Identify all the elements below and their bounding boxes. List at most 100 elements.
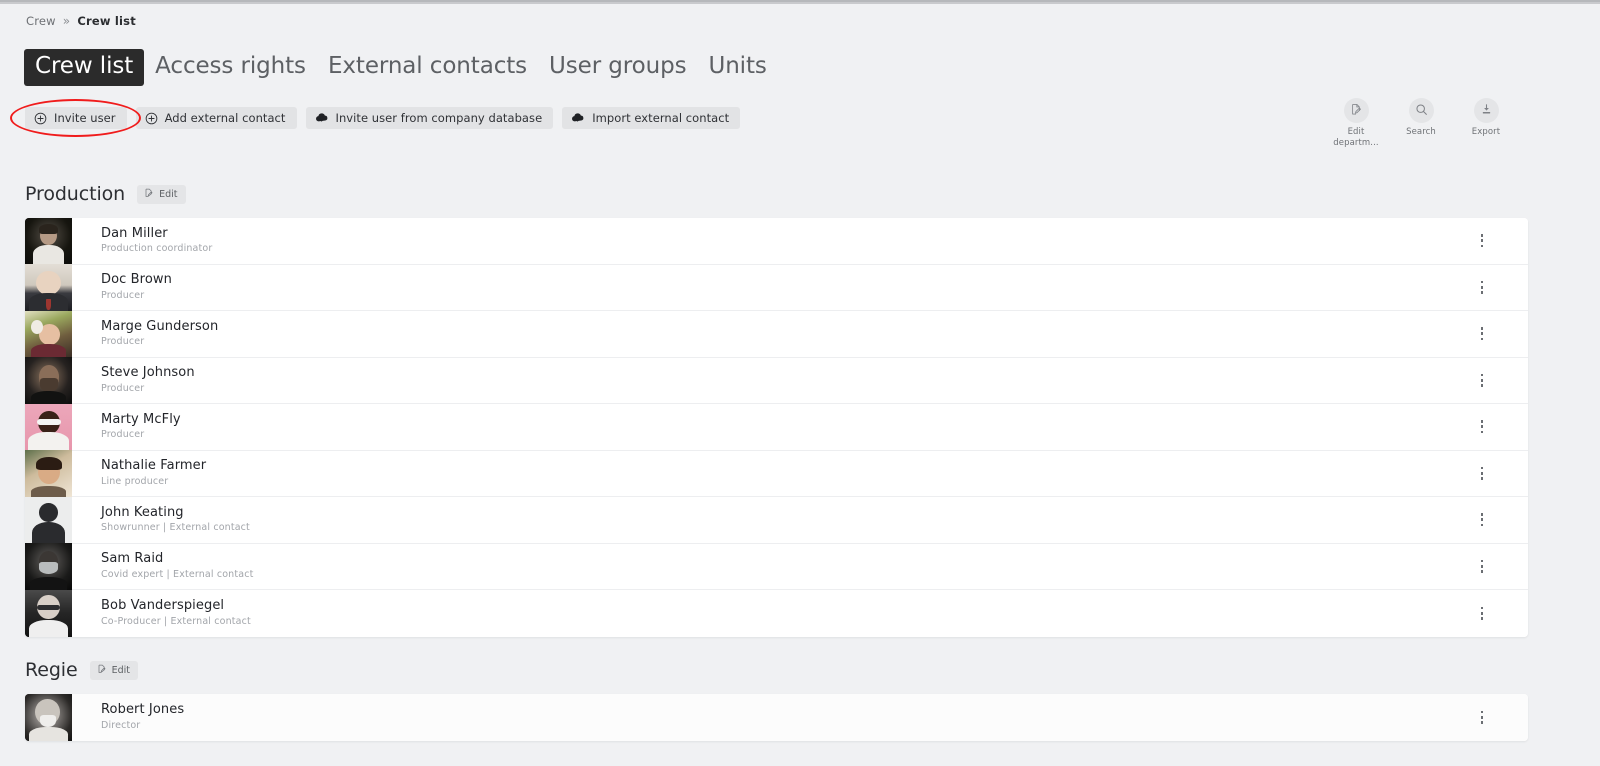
row-overflow-menu-icon[interactable] (1475, 557, 1489, 575)
table-row[interactable]: Doc Brown Producer (25, 264, 1528, 311)
section-title-production: Production (25, 182, 126, 205)
row-overflow-menu-icon[interactable] (1475, 325, 1489, 343)
edit-department-button[interactable] (1343, 98, 1369, 123)
tab-access-rights[interactable]: Access rights (144, 49, 317, 86)
section-regie: Regie Edit Robert Jones Director (25, 657, 1528, 741)
edit-department-label: Edit departm... (1333, 127, 1379, 148)
tab-external-contacts[interactable]: External contacts (317, 49, 538, 86)
toolbar-icons: Edit departm... Search Export (1330, 98, 1512, 149)
member-info: Doc Brown Producer (72, 273, 172, 301)
crew-list-production: Dan Miller Production coordinator Doc Br… (25, 218, 1528, 637)
avatar (25, 403, 72, 450)
avatar (25, 496, 72, 543)
member-name: Dan Miller (101, 225, 168, 241)
section-title-regie: Regie (25, 658, 78, 681)
member-info: Robert Jones Director (72, 703, 184, 731)
export-button[interactable] (1473, 98, 1499, 123)
tab-user-groups[interactable]: User groups (538, 49, 697, 86)
row-overflow-menu-icon[interactable] (1475, 418, 1489, 436)
member-name: Sam Raid (101, 551, 164, 567)
member-role: Production coordinator (101, 243, 213, 255)
edit-department-chip-regie[interactable]: Edit (89, 660, 138, 680)
member-name: Nathalie Farmer (101, 458, 207, 474)
table-row[interactable]: Marge Gunderson Producer (25, 310, 1528, 358)
row-overflow-menu-icon[interactable] (1475, 708, 1489, 726)
search-icon (1415, 101, 1428, 120)
member-role: Director (101, 719, 141, 731)
member-role: Line producer (101, 475, 169, 487)
window-top-strip (0, 0, 1600, 4)
section-header: Regie Edit (25, 657, 1528, 683)
member-name: Robert Jones (101, 702, 185, 718)
table-row[interactable]: John Keating Showrunner | External conta… (25, 496, 1528, 544)
member-role: Producer (101, 429, 145, 441)
table-row[interactable]: Bob Vanderspiegel Co-Producer | External… (25, 590, 1528, 637)
avatar (25, 590, 72, 637)
member-name: Doc Brown (101, 272, 172, 288)
import-external-contact-button[interactable]: Import external contact (562, 107, 741, 129)
row-overflow-menu-icon[interactable] (1475, 278, 1489, 296)
edit-department-tool[interactable]: Edit departm... (1330, 98, 1382, 149)
member-name: Steve Johnson (101, 365, 195, 381)
table-row[interactable]: Nathalie Farmer Line producer (25, 450, 1528, 497)
add-external-contact-label: Add external contact (164, 111, 286, 125)
table-row[interactable]: Robert Jones Director (25, 694, 1528, 741)
import-external-contact-label: Import external contact (592, 111, 730, 125)
row-overflow-menu-icon[interactable] (1475, 464, 1489, 482)
cloud-download-icon (315, 112, 329, 124)
breadcrumb-separator-icon: » (62, 14, 71, 28)
avatar (25, 543, 72, 590)
table-row[interactable]: Dan Miller Production coordinator (25, 218, 1528, 265)
crew-list-page: Crew » Crew list Crew list Access rights… (0, 0, 1600, 766)
member-info: Marty McFly Producer (72, 411, 181, 441)
edit-chip-label: Edit (159, 188, 178, 200)
table-row[interactable]: Marty McFly Producer (25, 403, 1528, 451)
member-info: Marge Gunderson Producer (72, 319, 218, 348)
breadcrumb-root[interactable]: Crew (26, 14, 56, 28)
member-info: Dan Miller Production coordinator (72, 225, 213, 255)
row-overflow-menu-icon[interactable] (1475, 232, 1489, 250)
tab-crew-list[interactable]: Crew list (24, 49, 145, 87)
member-role: Producer (101, 336, 145, 348)
avatar (25, 694, 72, 741)
table-row[interactable]: Steve Johnson Producer (25, 357, 1528, 404)
invite-user-from-company-database-label: Invite user from company database (335, 111, 543, 125)
row-overflow-menu-icon[interactable] (1475, 511, 1489, 529)
member-role: Producer (101, 289, 145, 301)
table-row[interactable]: Sam Raid Covid expert | External contact (25, 543, 1528, 590)
member-info: John Keating Showrunner | External conta… (72, 505, 250, 534)
plus-circle-icon (145, 112, 158, 125)
avatar (25, 357, 72, 404)
avatar (25, 310, 72, 357)
member-role: Co-Producer | External contact (101, 615, 251, 627)
member-info: Nathalie Farmer Line producer (72, 459, 206, 487)
member-role: Covid expert | External contact (101, 568, 254, 580)
avatar (25, 218, 72, 264)
breadcrumb: Crew » Crew list (26, 14, 136, 28)
edit-document-icon (97, 664, 107, 677)
add-external-contact-button[interactable]: Add external contact (135, 107, 297, 129)
section-header: Production Edit (25, 181, 1528, 207)
breadcrumb-current: Crew list (77, 14, 136, 28)
member-info: Bob Vanderspiegel Co-Producer | External… (72, 599, 251, 627)
export-tool[interactable]: Export (1460, 98, 1512, 138)
edit-department-chip-production[interactable]: Edit (137, 184, 186, 204)
edit-chip-label: Edit (111, 664, 130, 676)
member-info: Sam Raid Covid expert | External contact (72, 552, 253, 580)
tab-units[interactable]: Units (697, 49, 777, 86)
member-role: Showrunner | External contact (101, 522, 250, 534)
edit-document-icon (1350, 101, 1363, 120)
edit-document-icon (144, 188, 154, 201)
cloud-download-icon (571, 112, 585, 124)
member-name: Marty McFly (101, 411, 181, 427)
search-button[interactable] (1408, 98, 1434, 123)
plus-circle-icon (34, 112, 47, 125)
row-overflow-menu-icon[interactable] (1475, 371, 1489, 389)
action-button-bar: Invite user Add external contact Invite … (25, 107, 741, 129)
section-production: Production Edit Dan Miller Production co… (25, 181, 1528, 637)
invite-user-from-company-database-button[interactable]: Invite user from company database (305, 107, 554, 129)
search-tool[interactable]: Search (1395, 98, 1447, 138)
row-overflow-menu-icon[interactable] (1475, 604, 1489, 622)
invite-user-button[interactable]: Invite user (25, 107, 127, 129)
invite-user-label: Invite user (54, 111, 116, 125)
